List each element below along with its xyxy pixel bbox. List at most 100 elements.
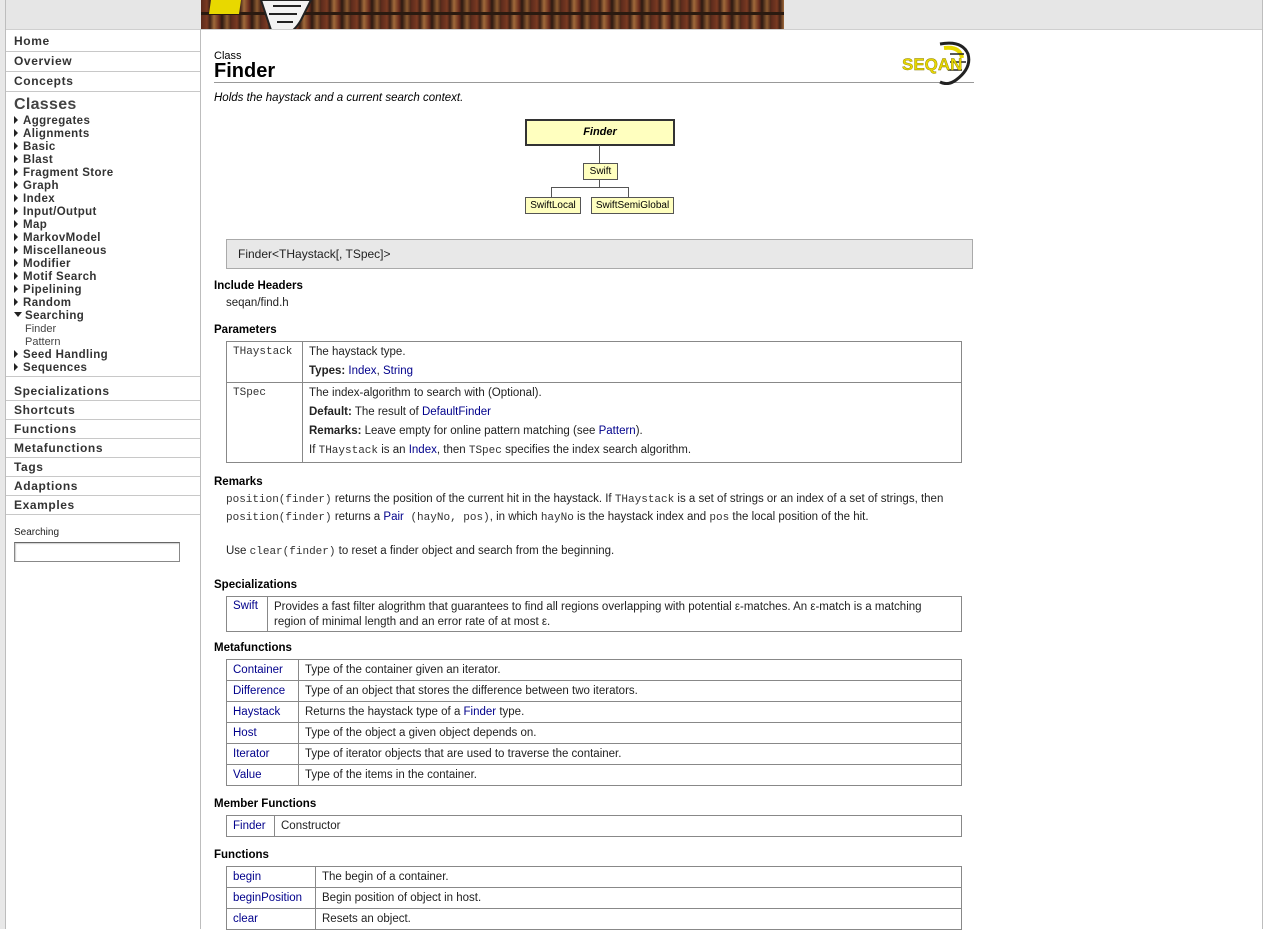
category-item-searching[interactable]: Searching <box>6 310 200 323</box>
category-item-sequences[interactable]: Sequences <box>6 362 200 377</box>
link-host[interactable]: Host <box>233 727 257 739</box>
metafunction-desc: Type of an object that stores the differ… <box>298 680 962 702</box>
category-item-markovmodel[interactable]: MarkovModel <box>6 232 200 245</box>
expand-triangle-icon <box>14 350 18 358</box>
expand-triangle-icon <box>14 168 18 176</box>
remarks-code: position(finder) <box>226 512 332 524</box>
nav-adaptions[interactable]: Adaptions <box>6 477 200 496</box>
category-label: Fragment Store <box>23 167 114 179</box>
category-item-miscellaneous[interactable]: Miscellaneous <box>6 245 200 258</box>
nav-tags[interactable]: Tags <box>6 458 200 477</box>
param-default: Default: The result of DefaultFinder <box>309 403 955 422</box>
metafunction-desc: Type of the object a given object depend… <box>298 722 962 744</box>
metafunctions-heading: Metafunctions <box>214 642 292 654</box>
link-swift[interactable]: Swift <box>233 600 258 612</box>
metafunction-desc: Type of the items in the container. <box>298 764 962 786</box>
diagram-node-swiftsemiglobal[interactable]: SwiftSemiGlobal <box>591 197 674 214</box>
link-index[interactable]: Index <box>348 365 376 377</box>
nav-metafunctions[interactable]: Metafunctions <box>6 439 200 458</box>
expand-triangle-icon <box>14 220 18 228</box>
nav-specializations[interactable]: Specializations <box>6 382 200 401</box>
category-item-random[interactable]: Random <box>6 297 200 310</box>
link-value[interactable]: Value <box>233 769 262 781</box>
expand-triangle-icon <box>14 233 18 241</box>
desc-text: Returns the haystack type of a <box>305 706 464 718</box>
nav-concepts[interactable]: Concepts <box>6 72 200 92</box>
link-pair[interactable]: Pair <box>383 511 403 523</box>
category-item-seed-handling[interactable]: Seed Handling <box>6 349 200 362</box>
category-label: Modifier <box>23 258 71 270</box>
category-item-map[interactable]: Map <box>6 219 200 232</box>
diagram-node-swiftlocal[interactable]: SwiftLocal <box>525 197 581 214</box>
link-beginposition[interactable]: beginPosition <box>233 892 302 904</box>
include-value: seqan/find.h <box>226 297 289 309</box>
nav-shortcuts[interactable]: Shortcuts <box>6 401 200 420</box>
nav-examples[interactable]: Examples <box>6 496 200 515</box>
expand-triangle-icon <box>14 116 18 124</box>
table-row: Host Type of the object a given object de… <box>226 722 962 744</box>
table-row: Haystack Returns the haystack type of a F… <box>226 701 962 723</box>
sidebar-item-pattern[interactable]: Pattern <box>6 336 200 349</box>
desc-text: type. <box>496 706 525 718</box>
link-index[interactable]: Index <box>409 444 437 456</box>
category-item-index[interactable]: Index <box>6 193 200 206</box>
note-text: specifies the index search algorithm. <box>505 444 692 456</box>
category-label: Motif Search <box>23 271 97 283</box>
class-signature: Finder<THaystack[, TSpec]> <box>226 239 973 269</box>
category-item-input-output[interactable]: Input/Output <box>6 206 200 219</box>
link-iterator[interactable]: Iterator <box>233 748 269 760</box>
category-item-graph[interactable]: Graph <box>6 180 200 193</box>
remarks-code: (hayNo, pos) <box>403 512 490 524</box>
category-item-aggregates[interactable]: Aggregates <box>6 115 200 128</box>
remarks-text: is the haystack index and <box>573 511 710 523</box>
category-item-motif-search[interactable]: Motif Search <box>6 271 200 284</box>
default-label: Default: <box>309 406 352 418</box>
link-finder-constructor[interactable]: Finder <box>233 820 266 832</box>
sidebar-item-finder[interactable]: Finder <box>6 323 200 336</box>
collapse-triangle-icon <box>14 312 22 317</box>
nav-classes-heading[interactable]: Classes <box>6 95 200 115</box>
category-item-pipelining[interactable]: Pipelining <box>6 284 200 297</box>
functions-table: begin The begin of a container. beginPosi… <box>226 866 962 930</box>
category-label: Alignments <box>23 128 90 140</box>
search-input[interactable] <box>14 542 180 562</box>
category-item-basic[interactable]: Basic <box>6 141 200 154</box>
link-begin[interactable]: begin <box>233 871 261 883</box>
banner-image <box>201 0 784 29</box>
diagram-node-root[interactable]: Finder <box>525 119 675 146</box>
nav-functions[interactable]: Functions <box>6 420 200 439</box>
remarks-code: THaystack <box>614 494 675 506</box>
table-row: Finder Constructor <box>226 815 962 837</box>
table-row: Value Type of the items in the container. <box>226 764 962 786</box>
link-haystack[interactable]: Haystack <box>233 706 280 718</box>
param-remarks: Remarks: Leave empty for online pattern … <box>309 422 955 441</box>
note-text: is an <box>381 444 406 456</box>
link-container[interactable]: Container <box>233 664 283 676</box>
diagram-node-swift[interactable]: Swift <box>583 163 618 180</box>
search-label: Searching <box>14 527 60 538</box>
category-label: Graph <box>23 180 59 192</box>
function-desc: Resets an object. <box>315 908 962 930</box>
link-defaultfinder[interactable]: DefaultFinder <box>422 406 491 418</box>
link-pattern[interactable]: Pattern <box>599 425 636 437</box>
expand-triangle-icon <box>14 194 18 202</box>
link-clear[interactable]: clear <box>233 913 258 925</box>
nav-overview[interactable]: Overview <box>6 52 200 72</box>
types-label: Types: <box>309 365 346 377</box>
category-label: Index <box>23 193 56 205</box>
note-text: If <box>309 444 316 456</box>
expand-triangle-icon <box>14 298 18 306</box>
link-finder[interactable]: Finder <box>464 706 497 718</box>
category-item-alignments[interactable]: Alignments <box>6 128 200 141</box>
param-name: TSpec <box>233 387 267 399</box>
function-desc: The begin of a container. <box>315 866 962 888</box>
link-difference[interactable]: Difference <box>233 685 285 697</box>
category-item-blast[interactable]: Blast <box>6 154 200 167</box>
link-string[interactable]: String <box>383 365 413 377</box>
sidebar: Home Overview Concepts Classes Aggregate… <box>6 30 200 929</box>
table-row: clear Resets an object. <box>226 908 962 930</box>
category-item-fragment-store[interactable]: Fragment Store <box>6 167 200 180</box>
category-item-modifier[interactable]: Modifier <box>6 258 200 271</box>
remarks-text: to reset a finder object and search from… <box>335 545 615 557</box>
nav-home[interactable]: Home <box>6 32 200 52</box>
